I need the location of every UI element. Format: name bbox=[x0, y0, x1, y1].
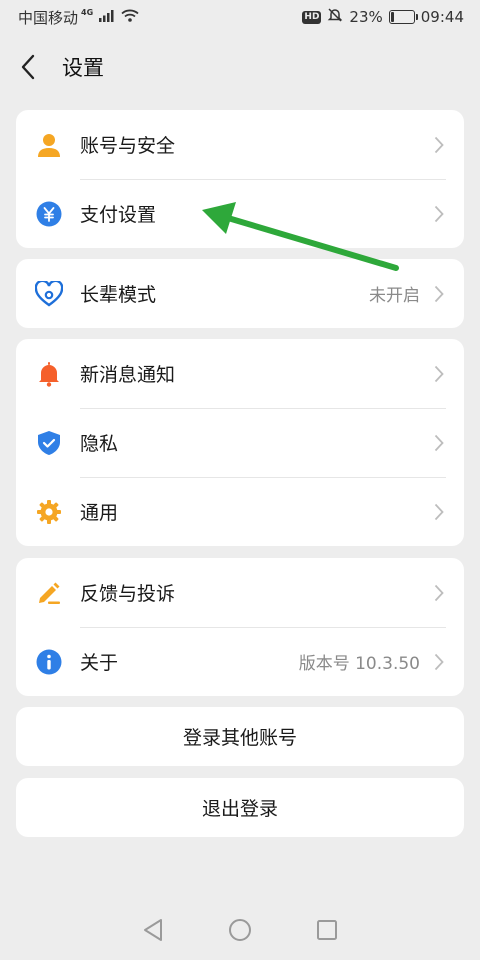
battery-percent: 23% bbox=[349, 8, 383, 26]
pencil-icon bbox=[34, 578, 64, 608]
clock: 09:44 bbox=[420, 8, 464, 26]
person-icon bbox=[34, 130, 64, 160]
row-label: 隐私 bbox=[80, 433, 119, 455]
circle-home-icon bbox=[228, 919, 251, 941]
row-feedback[interactable]: 反馈与投诉 bbox=[16, 558, 464, 627]
nav-home-button[interactable] bbox=[220, 910, 260, 950]
triangle-back-icon bbox=[144, 919, 163, 941]
bell-icon bbox=[34, 359, 64, 389]
logout-button[interactable]: 退出登录 bbox=[16, 778, 464, 837]
signal-icon bbox=[99, 8, 115, 26]
switch-account-button[interactable]: 登录其他账号 bbox=[16, 707, 464, 766]
mute-bell-icon bbox=[327, 7, 343, 27]
settings-group-about: 反馈与投诉 关于 版本号 10.3.50 bbox=[16, 558, 464, 696]
chevron-right-icon bbox=[432, 582, 446, 604]
square-recents-icon bbox=[316, 920, 337, 940]
row-value: 未开启 bbox=[369, 286, 420, 306]
hd-badge: HD bbox=[302, 10, 322, 24]
chevron-right-icon bbox=[432, 363, 446, 385]
nav-header: 设置 bbox=[0, 40, 480, 94]
row-label: 关于 bbox=[80, 652, 119, 674]
row-label: 账号与安全 bbox=[80, 135, 176, 157]
row-label: 新消息通知 bbox=[80, 364, 176, 386]
version-value: 版本号 10.3.50 bbox=[298, 654, 420, 674]
gear-icon bbox=[34, 497, 64, 527]
chevron-right-icon bbox=[432, 651, 446, 673]
settings-group-account: 账号与安全 支付设置 bbox=[16, 110, 464, 248]
heart-icon bbox=[34, 279, 64, 309]
nav-back-button[interactable] bbox=[133, 910, 173, 950]
shield-icon bbox=[34, 428, 64, 458]
status-left: 中国移动 4G bbox=[18, 7, 139, 28]
info-icon bbox=[34, 647, 64, 677]
wifi-icon bbox=[121, 8, 139, 26]
row-label: 反馈与投诉 bbox=[80, 583, 176, 605]
battery-icon bbox=[388, 10, 418, 24]
nav-recents-button[interactable] bbox=[307, 910, 347, 950]
settings-group-general: 新消息通知 隐私 通用 bbox=[16, 339, 464, 546]
page-title: 设置 bbox=[62, 56, 104, 80]
chevron-right-icon bbox=[432, 134, 446, 156]
row-account-security[interactable]: 账号与安全 bbox=[16, 110, 464, 179]
settings-group-elder: 长辈模式 未开启 bbox=[16, 259, 464, 328]
carrier-name: 中国移动 bbox=[18, 8, 79, 27]
battery-fill bbox=[390, 12, 395, 22]
row-label: 通用 bbox=[80, 502, 119, 524]
yuan-icon bbox=[34, 199, 64, 229]
row-notifications[interactable]: 新消息通知 bbox=[16, 339, 464, 408]
system-nav-bar bbox=[0, 900, 480, 960]
row-elder-mode[interactable]: 长辈模式 未开启 bbox=[16, 259, 464, 328]
row-general[interactable]: 通用 bbox=[16, 477, 464, 546]
row-label: 支付设置 bbox=[80, 204, 157, 226]
back-button[interactable] bbox=[0, 40, 56, 94]
chevron-left-icon bbox=[21, 54, 35, 80]
status-right: HD 23% 09:44 bbox=[302, 7, 464, 27]
row-about[interactable]: 关于 版本号 10.3.50 bbox=[16, 627, 464, 696]
chevron-right-icon bbox=[432, 432, 446, 454]
chevron-right-icon bbox=[432, 501, 446, 523]
row-payment-settings[interactable]: 支付设置 bbox=[16, 179, 464, 248]
network-type: 4G bbox=[81, 7, 94, 17]
chevron-right-icon bbox=[432, 203, 446, 225]
row-label: 长辈模式 bbox=[80, 284, 157, 306]
row-privacy[interactable]: 隐私 bbox=[16, 408, 464, 477]
status-bar: 中国移动 4G HD 23% 09:44 bbox=[0, 0, 480, 34]
chevron-right-icon bbox=[432, 283, 446, 305]
